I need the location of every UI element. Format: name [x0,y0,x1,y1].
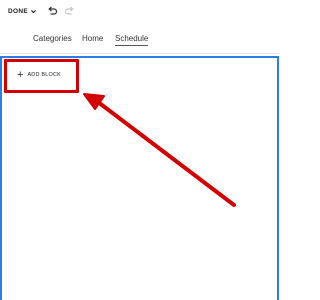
undo-icon[interactable] [46,5,58,17]
add-block-button[interactable]: + ADD BLOCK [13,67,71,83]
done-label: DONE [8,7,28,15]
done-button[interactable]: DONE [8,5,37,17]
active-nav-underline [115,45,149,46]
nav-item-home[interactable]: Home [82,34,103,43]
redo-icon[interactable] [64,5,76,17]
section-edit-frame [0,56,279,300]
plus-icon: + [17,68,24,81]
nav-item-categories[interactable]: Categories [33,34,72,43]
header-divider [0,53,279,54]
add-block-label: ADD BLOCK [27,72,62,78]
chevron-down-icon [30,9,36,13]
site-navigation: Categories Home Schedule [0,34,279,48]
nav-item-schedule-label: Schedule [115,34,149,43]
top-toolbar: DONE [0,0,279,22]
editor-screen: DONE Categories Home Schedule + ADD BLOC… [0,0,279,300]
nav-item-schedule[interactable]: Schedule [115,34,149,46]
